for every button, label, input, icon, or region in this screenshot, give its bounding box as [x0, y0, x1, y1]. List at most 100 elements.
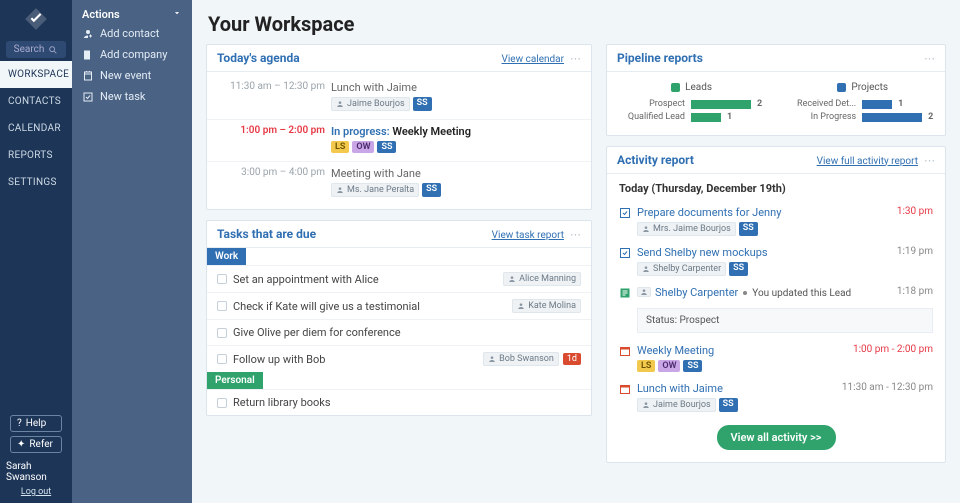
- agenda-event-title: Lunch with Jaime: [331, 81, 432, 94]
- activity-row[interactable]: Prepare documents for Jenny Mrs. Jaime Bo…: [619, 201, 933, 241]
- task-checkbox[interactable]: [217, 301, 227, 311]
- assignee-chip[interactable]: Bob Swanson: [483, 352, 559, 366]
- chevron-down-icon[interactable]: [172, 8, 182, 21]
- agenda-time: 3:00 pm – 4:00 pm: [217, 167, 325, 178]
- task-row[interactable]: Set an appointment with Alice Alice Manni…: [207, 265, 591, 292]
- task-icon: [619, 247, 631, 259]
- activity-item-title[interactable]: Prepare documents for Jenny: [637, 206, 781, 219]
- check-icon: [82, 91, 94, 103]
- person-chip[interactable]: Jaime Bourjos: [637, 398, 716, 412]
- action-add-contact[interactable]: Add contact: [82, 27, 182, 40]
- action-add-company[interactable]: Add company: [82, 48, 182, 61]
- refer-button[interactable]: ✦Refer: [10, 436, 62, 453]
- activity-update-text: You updated this Lead: [752, 288, 851, 299]
- agenda-row[interactable]: 3:00 pm – 4:00 pm Meeting with Jane Ms. Ja…: [207, 162, 591, 205]
- activity-row[interactable]: Send Shelby new mockups Shelby CarpenterS…: [619, 241, 933, 281]
- task-text: Give Olive per diem for conference: [233, 326, 401, 339]
- person-plus-icon: [82, 28, 94, 40]
- event-icon: [619, 345, 631, 357]
- pipeline-col-leads: LeadsProspect2Qualified Lead1: [621, 82, 762, 125]
- card-menu-icon[interactable]: ⋯: [570, 228, 581, 241]
- task-checkbox[interactable]: [217, 354, 227, 364]
- pipeline-bar-row[interactable]: Prospect2: [621, 99, 762, 109]
- logout-link[interactable]: Log out: [21, 487, 51, 497]
- view-activity-link[interactable]: View full activity report: [817, 156, 918, 167]
- user-name: Sarah Swanson: [6, 461, 66, 483]
- person-chip[interactable]: Mrs. Jaime Bourjos: [637, 222, 736, 236]
- nav-item-workspace[interactable]: WORKSPACE: [0, 61, 72, 88]
- view-all-activity-button[interactable]: View all activity >>: [717, 425, 836, 450]
- view-calendar-link[interactable]: View calendar: [502, 54, 565, 65]
- nav-item-reports[interactable]: REPORTS: [0, 142, 72, 169]
- activity-item-title[interactable]: Weekly Meeting: [637, 344, 714, 357]
- task-icon: [619, 207, 631, 219]
- action-new-task[interactable]: New task: [82, 90, 182, 103]
- assignee-chip[interactable]: Kate Molina: [512, 299, 581, 313]
- activity-time: 1:00 pm - 2:00 pm: [853, 344, 933, 372]
- task-text: Set an appointment with Alice: [233, 273, 379, 286]
- activity-time: 1:30 pm: [897, 206, 933, 236]
- pipeline-title: Pipeline reports: [617, 51, 703, 65]
- task-row[interactable]: Follow up with Bob Bob Swanson 1d: [207, 345, 591, 372]
- activity-item-title[interactable]: Shelby Carpenter: [655, 286, 738, 299]
- initials-tag: LS: [637, 360, 655, 372]
- activity-row[interactable]: Lunch with JaimeJaime BourjosSS11:30 am …: [619, 377, 933, 417]
- agenda-row[interactable]: 11:30 am – 12:30 pmLunch with JaimeJaime…: [207, 76, 591, 120]
- initials-tag: SS: [729, 262, 748, 276]
- nav-item-contacts[interactable]: CONTACTS: [0, 88, 72, 115]
- task-row[interactable]: Check if Kate will give us a testimonial…: [207, 292, 591, 319]
- activity-card: Activity report View full activity repor…: [606, 146, 946, 463]
- initials-tag: SS: [413, 97, 432, 111]
- overdue-badge: 1d: [563, 353, 581, 365]
- person-icon: [642, 401, 650, 409]
- pipeline-bar-row[interactable]: Received Det...1: [792, 99, 933, 109]
- agenda-time: 1:00 pm – 2:00 pm: [217, 125, 325, 136]
- action-new-event[interactable]: New event: [82, 69, 182, 82]
- search-input[interactable]: Search: [6, 41, 66, 58]
- building-icon: [82, 49, 94, 61]
- pipeline-bar-row[interactable]: Qualified Lead1: [621, 112, 762, 122]
- person-chip[interactable]: Ms. Jane Peralta: [331, 183, 419, 197]
- help-button[interactable]: ?Help: [10, 415, 62, 432]
- activity-time: 11:30 am - 12:30 pm: [842, 382, 933, 412]
- agenda-event-title: In progress: Weekly Meeting: [331, 125, 471, 138]
- task-checkbox[interactable]: [217, 274, 227, 284]
- activity-item-title[interactable]: Send Shelby new mockups: [637, 246, 768, 259]
- person-icon: [488, 355, 496, 363]
- task-checkbox[interactable]: [217, 328, 227, 338]
- tasks-title: Tasks that are due: [217, 227, 316, 241]
- task-row[interactable]: Return library books: [207, 389, 591, 415]
- agenda-card: Today's agenda View calendar ⋯ 11:30 am –…: [206, 44, 592, 210]
- activity-row[interactable]: Shelby CarpenterYou updated this Lead1:1…: [619, 281, 933, 304]
- task-text: Follow up with Bob: [233, 353, 325, 366]
- activity-date: Today (Thursday, December 19th): [619, 182, 933, 195]
- pipeline-col-projects: ProjectsReceived Det...1In Progress2: [792, 82, 933, 125]
- task-section-pers: Personal: [207, 372, 263, 389]
- task-checkbox[interactable]: [217, 398, 227, 408]
- nav-item-calendar[interactable]: CALENDAR: [0, 115, 72, 142]
- card-menu-icon[interactable]: ⋯: [924, 52, 935, 65]
- initials-tag: OW: [658, 360, 680, 372]
- task-text: Check if Kate will give us a testimonial: [233, 300, 420, 313]
- activity-item-title[interactable]: Lunch with Jaime: [637, 382, 723, 395]
- task-row[interactable]: Give Olive per diem for conference: [207, 319, 591, 345]
- initials-tag: OW: [352, 141, 374, 153]
- activity-row[interactable]: Weekly MeetingLSOWSS1:00 pm - 2:00 pm: [619, 339, 933, 377]
- legend-swatch: [671, 83, 680, 92]
- view-task-report-link[interactable]: View task report: [492, 230, 564, 241]
- pipeline-bar-row[interactable]: In Progress2: [792, 112, 933, 122]
- assignee-chip[interactable]: Alice Manning: [503, 272, 581, 286]
- gift-icon: ✦: [17, 439, 25, 450]
- person-chip[interactable]: Jaime Bourjos: [331, 97, 410, 111]
- help-icon: ?: [17, 418, 22, 429]
- lead-icon: [619, 287, 631, 299]
- task-text: Return library books: [233, 396, 331, 409]
- person-chip[interactable]: Shelby Carpenter: [637, 262, 726, 276]
- agenda-title: Today's agenda: [217, 51, 300, 65]
- card-menu-icon[interactable]: ⋯: [924, 154, 935, 167]
- agenda-event-title: Meeting with Jane: [331, 167, 441, 180]
- card-menu-icon[interactable]: ⋯: [570, 52, 581, 65]
- nav-item-settings[interactable]: SETTINGS: [0, 169, 72, 196]
- agenda-row[interactable]: 1:00 pm – 2:00 pm In progress: Weekly Mee…: [207, 120, 591, 162]
- sidebar-nav: Search WORKSPACECONTACTSCALENDARREPORTSS…: [0, 0, 72, 503]
